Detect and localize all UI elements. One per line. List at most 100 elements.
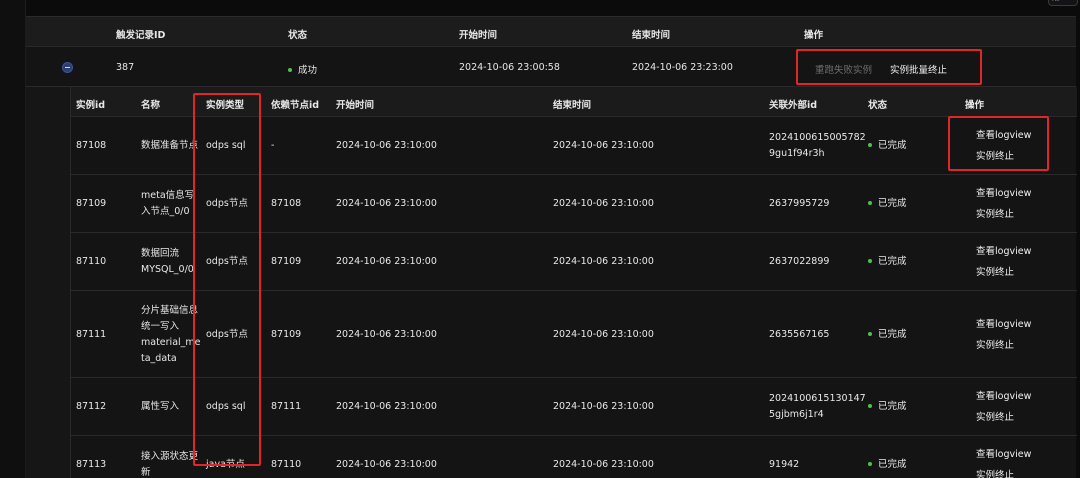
status-dot-icon: [868, 331, 872, 336]
dependency-id: -: [271, 138, 274, 154]
view-logview-link[interactable]: 查看logview: [976, 444, 1031, 465]
row-actions: 查看logview 实例终止: [976, 314, 1031, 356]
end-time: 2024-10-06 23:10:00: [553, 138, 654, 154]
dependency-id-line: 87108: [271, 198, 302, 209]
dependency-id-line: 87109: [271, 256, 302, 267]
trigger-records-table: 触发记录ID 状态 开始时间 结束时间 操作 387 成功 2024-10-06…: [26, 16, 1077, 478]
header-name: 名称: [141, 100, 161, 111]
row-actions: 查看logview 实例终止: [976, 444, 1031, 478]
dependency-id: 87111: [271, 399, 301, 415]
header-actions: 操作: [965, 100, 985, 111]
start-time-line: 2024-10-06 23:10:00: [336, 198, 437, 209]
external-id-line: 2024100615005782: [769, 132, 866, 143]
start-time: 2024-10-06 23:00:58: [459, 62, 560, 73]
dependency-id-line: 87110: [271, 459, 302, 470]
dependency-id-line: -: [271, 140, 275, 151]
status-text: 已完成: [878, 459, 907, 470]
instance-id-line: 87111: [76, 329, 107, 340]
external-id-line: 91942: [769, 459, 800, 470]
dependency-id-line: 87109: [271, 329, 302, 340]
corner-tab[interactable]: Re: [1048, 0, 1078, 6]
status-text: 成功: [298, 65, 318, 76]
external-id: 2024100615130147 5gjbm6j1r4: [769, 391, 866, 423]
start-time-line: 2024-10-06 23:10:00: [336, 140, 437, 151]
start-time: 2024-10-06 23:10:00: [336, 399, 437, 415]
start-time: 2024-10-06 23:10:00: [336, 196, 437, 212]
terminate-instance-link[interactable]: 实例终止: [976, 204, 1031, 225]
external-id: 2637995729: [769, 196, 829, 212]
outer-table-header: 触发记录ID 状态 开始时间 结束时间 操作: [26, 17, 1076, 47]
terminate-instance-link[interactable]: 实例终止: [976, 465, 1031, 478]
header-status: 状态: [288, 30, 308, 41]
view-logview-link[interactable]: 查看logview: [976, 241, 1031, 262]
instance-id: 87110: [76, 254, 106, 270]
dependency-id: 87109: [271, 327, 301, 343]
start-time: 2024-10-06 23:10:00: [336, 457, 437, 473]
collapse-icon[interactable]: [62, 62, 73, 73]
status-badge: 成功: [288, 62, 317, 76]
external-id-line: 5gjbm6j1r4: [769, 409, 824, 420]
highlight-row-actions: [948, 116, 1049, 171]
external-id-line: 2637022899: [769, 256, 830, 267]
instance-name: 数据准备节点: [141, 138, 198, 154]
terminate-instance-link[interactable]: 实例终止: [976, 262, 1031, 283]
end-time: 2024-10-06 23:10:00: [553, 254, 654, 270]
view-logview-link[interactable]: 查看logview: [976, 386, 1031, 407]
terminate-instance-link[interactable]: 实例终止: [976, 335, 1031, 356]
header-end-time: 结束时间: [553, 100, 592, 111]
status-badge: 已完成: [868, 457, 907, 473]
instance-name-line: MYSQL_0/0: [141, 264, 194, 275]
view-logview-link[interactable]: 查看logview: [976, 183, 1031, 204]
trigger-id: 387: [116, 62, 135, 73]
instance-name-line: 统一写入: [141, 321, 180, 332]
view-logview-link[interactable]: 查看logview: [976, 314, 1031, 335]
instance-name-line: 新: [141, 467, 151, 478]
external-id-line: 2637995729: [769, 198, 830, 209]
status-text: 已完成: [878, 329, 907, 340]
start-time-line: 2024-10-06 23:10:00: [336, 459, 437, 470]
end-time-line: 2024-10-06 23:10:00: [553, 198, 654, 209]
start-time-line: 2024-10-06 23:10:00: [336, 401, 437, 412]
start-time-line: 2024-10-06 23:10:00: [336, 329, 437, 340]
status-dot-icon: [288, 67, 292, 72]
left-rail: [0, 0, 26, 478]
instance-id-line: 87108: [76, 140, 107, 151]
status-text: 已完成: [878, 401, 907, 412]
external-id-line: 2024100615130147: [769, 393, 866, 404]
instance-id-line: 87113: [76, 459, 107, 470]
external-id: 2637022899: [769, 254, 829, 270]
instance-name-line: 接入源状态更: [141, 451, 199, 462]
instance-name-line: 数据回流: [141, 248, 180, 259]
terminate-instance-link[interactable]: 实例终止: [976, 407, 1031, 428]
header-instance-id: 实例id: [76, 100, 106, 111]
instance-name-line: ta_data: [141, 353, 177, 364]
dependency-id: 87109: [271, 254, 301, 270]
external-id: 2635567165: [769, 327, 829, 343]
end-time: 2024-10-06 23:23:00: [632, 62, 733, 73]
instance-id: 87108: [76, 138, 106, 154]
dependency-id: 87110: [271, 457, 301, 473]
dependency-id-line: 87111: [271, 401, 302, 412]
header-actions: 操作: [804, 30, 824, 41]
status-badge: 已完成: [868, 327, 907, 343]
status-dot-icon: [868, 142, 872, 147]
highlight-batch-actions: [796, 49, 982, 85]
external-id: 91942: [769, 457, 799, 473]
instance-name: 数据回流 MYSQL_0/0: [141, 246, 194, 278]
end-time: 2024-10-06 23:10:00: [553, 196, 654, 212]
instance-name-line: 属性写入: [141, 401, 180, 412]
end-time-line: 2024-10-06 23:10:00: [553, 401, 654, 412]
end-time: 2024-10-06 23:10:00: [553, 327, 654, 343]
instance-id-line: 87109: [76, 198, 107, 209]
instance-id-line: 87112: [76, 401, 107, 412]
instance-name-line: 数据准备节点: [141, 140, 199, 151]
status-badge: 已完成: [868, 196, 907, 212]
start-time: 2024-10-06 23:10:00: [336, 254, 437, 270]
instance-name: meta信息写 入节点_0/0: [141, 188, 194, 220]
instance-id: 87111: [76, 327, 106, 343]
header-dependency-id: 依赖节点id: [271, 100, 320, 111]
highlight-instance-type-column: [193, 93, 261, 466]
status-text: 已完成: [878, 256, 907, 267]
header-start-time: 开始时间: [336, 100, 375, 111]
header-start-time: 开始时间: [459, 30, 498, 41]
